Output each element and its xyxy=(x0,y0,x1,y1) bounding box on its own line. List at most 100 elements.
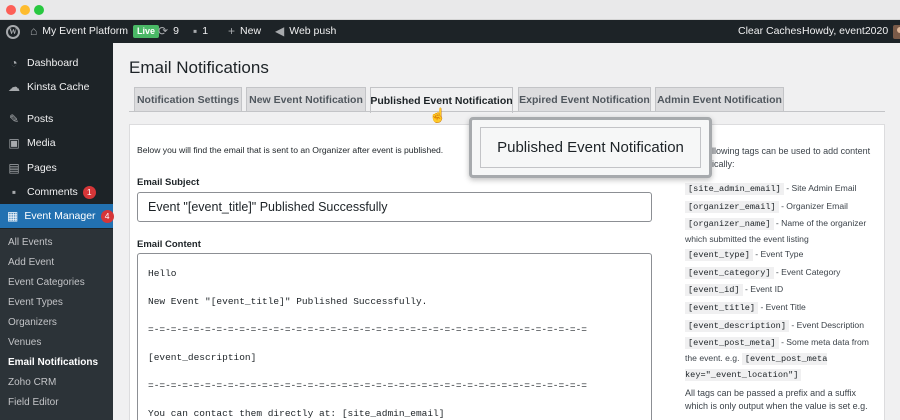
tag-description: - Event Description xyxy=(791,320,864,330)
tag-code: [event_type] xyxy=(685,249,753,261)
submenu-organizers[interactable]: Organizers xyxy=(8,317,57,328)
content-line: =-=-=-=-=-=-=-=-=-=-=-=-=-=-=-=-=-=-=-=-… xyxy=(148,380,587,391)
admin-sidebar: ◔ Dashboard ☁ Kinsta Cache ✎ Posts ▣ Med… xyxy=(0,43,114,420)
browser-titlebar xyxy=(0,0,900,20)
tag-description: - Event Category xyxy=(775,267,841,277)
tag-row: [organizer_name] - Name of the organizer… xyxy=(685,216,880,247)
new-label: New xyxy=(240,25,262,37)
wordpress-logo-button[interactable]: W xyxy=(6,20,20,43)
comments-count: 1 xyxy=(202,25,209,37)
page-title: Email Notifications xyxy=(129,58,269,77)
minimize-window-button[interactable] xyxy=(20,5,30,15)
sidebar-item-label: Kinsta Cache xyxy=(27,81,90,93)
sidebar-item-label: Comments xyxy=(27,186,78,198)
tags-help-footer: All tags can be passed a prefix and a su… xyxy=(685,388,868,411)
web-push-link[interactable]: ◀ Web push xyxy=(275,20,336,43)
tag-code: [event_id] xyxy=(685,284,743,296)
sidebar-item-kinsta-cache[interactable]: ☁ Kinsta Cache xyxy=(0,75,113,99)
maximize-window-button[interactable] xyxy=(34,5,44,15)
site-name-link[interactable]: ⌂ My Event Platform Live xyxy=(30,20,160,43)
sidebar-item-dashboard[interactable]: ◔ Dashboard xyxy=(0,51,113,75)
tag-code: [organizer_email] xyxy=(685,201,779,213)
intro-text: Below you will find the email that is se… xyxy=(137,145,444,155)
tab-expired-event-notification[interactable]: Expired Event Notification xyxy=(518,87,651,112)
tabs-divider xyxy=(129,111,885,112)
submenu-email-notifications[interactable]: Email Notifications xyxy=(8,357,98,368)
tag-code: [event_post_meta] xyxy=(685,337,779,349)
sidebar-item-label: Posts xyxy=(27,113,54,125)
hand-cursor-icon: ☝ xyxy=(429,107,447,123)
close-window-button[interactable] xyxy=(6,5,16,15)
email-content-textarea[interactable]: Hello New Event "[event_title]" Publishe… xyxy=(137,253,652,420)
sidebar-item-label: Media xyxy=(27,137,56,149)
new-content-link[interactable]: + New xyxy=(228,20,261,43)
sidebar-item-posts[interactable]: ✎ Posts xyxy=(0,107,113,131)
tag-row: [event_category] - Event Category xyxy=(685,265,880,281)
tag-description: - Event Title xyxy=(760,302,806,312)
tab-admin-event-notification[interactable]: Admin Event Notification xyxy=(655,87,784,112)
tag-description: - Event ID xyxy=(744,284,784,294)
content-line: New Event "[event_title]" Published Succ… xyxy=(148,296,428,307)
tag-code: [event_description] xyxy=(685,320,789,332)
tag-description: - Event Type xyxy=(755,249,804,259)
tag-row: [event_type] - Event Type xyxy=(685,247,880,263)
tag-code: [event_title] xyxy=(685,302,759,314)
tag-code: [organizer_name] xyxy=(685,218,774,230)
sidebar-item-label: Pages xyxy=(27,162,57,174)
submenu-all-events[interactable]: All Events xyxy=(8,237,52,248)
sidebar-item-pages[interactable]: ▤ Pages xyxy=(0,156,113,180)
media-icon: ▣ xyxy=(8,136,20,150)
tag-description: - Site Admin Email xyxy=(786,183,857,193)
calendar-icon: ▦ xyxy=(7,209,19,223)
web-push-label: Web push xyxy=(289,25,337,37)
email-content-label: Email Content xyxy=(137,239,201,250)
wordpress-icon: W xyxy=(6,24,20,39)
updates-count: 9 xyxy=(173,25,179,37)
tab-new-event-notification[interactable]: New Event Notification xyxy=(246,87,366,112)
tags-help-intro: …llowing tags can be used to add content… xyxy=(703,146,871,169)
sidebar-item-event-manager[interactable]: ▦ Event Manager 4 xyxy=(0,204,114,228)
submenu-field-editor[interactable]: Field Editor xyxy=(8,397,59,408)
content-line: Hello xyxy=(148,268,177,279)
tag-row: [event_title] - Event Title xyxy=(685,300,880,316)
tag-code: [site_admin_email] xyxy=(685,183,784,195)
clear-caches-link[interactable]: Clear Caches xyxy=(738,20,802,43)
event-manager-submenu: All Events Add Event Event Categories Ev… xyxy=(0,229,113,420)
comments-badge: 1 xyxy=(82,185,96,199)
megaphone-icon: ◀ xyxy=(275,24,285,38)
tag-code: [event_category] xyxy=(685,267,774,279)
callout-label: Published Event Notification xyxy=(480,127,701,168)
pin-icon: ✎ xyxy=(8,112,20,126)
tag-row: [event_post_meta] - Some meta data from … xyxy=(685,335,880,383)
home-icon: ⌂ xyxy=(30,24,38,38)
cloud-icon: ☁ xyxy=(8,80,20,94)
updates-link[interactable]: ⟳ 9 xyxy=(158,20,179,43)
clear-caches-label: Clear Caches xyxy=(738,25,802,37)
plus-icon: + xyxy=(228,24,236,38)
refresh-icon: ⟳ xyxy=(158,24,169,38)
tag-row: [site_admin_email] - Site Admin Email xyxy=(685,181,880,197)
sidebar-item-media[interactable]: ▣ Media xyxy=(0,131,113,155)
tab-notification-settings[interactable]: Notification Settings xyxy=(134,87,242,112)
account-menu[interactable]: Howdy, event2020 xyxy=(802,20,900,43)
tag-description: - Organizer Email xyxy=(781,201,848,211)
email-subject-input[interactable] xyxy=(137,192,652,222)
comments-link[interactable]: ▪ 1 xyxy=(193,20,208,43)
howdy-label: Howdy, event2020 xyxy=(802,25,889,37)
submenu-zoho-crm[interactable]: Zoho CRM xyxy=(8,377,56,388)
tag-row: [event_id] - Event ID xyxy=(685,282,880,298)
submenu-venues[interactable]: Venues xyxy=(8,337,41,348)
submenu-event-types[interactable]: Event Types xyxy=(8,297,63,308)
pages-icon: ▤ xyxy=(8,161,20,175)
comment-icon: ▪ xyxy=(193,24,198,38)
sidebar-item-label: Dashboard xyxy=(27,57,79,69)
comment-icon: ▪ xyxy=(11,185,17,199)
sidebar-item-comments[interactable]: ▪ Comments 1 xyxy=(0,180,113,204)
content-line: You can contact them directly at: [site_… xyxy=(148,408,445,419)
dashboard-icon: ◔ xyxy=(10,56,18,70)
submenu-add-event[interactable]: Add Event xyxy=(8,257,54,268)
event-manager-badge: 4 xyxy=(100,209,114,223)
avatar xyxy=(893,24,900,39)
submenu-event-categories[interactable]: Event Categories xyxy=(8,277,85,288)
live-badge: Live xyxy=(133,25,160,38)
